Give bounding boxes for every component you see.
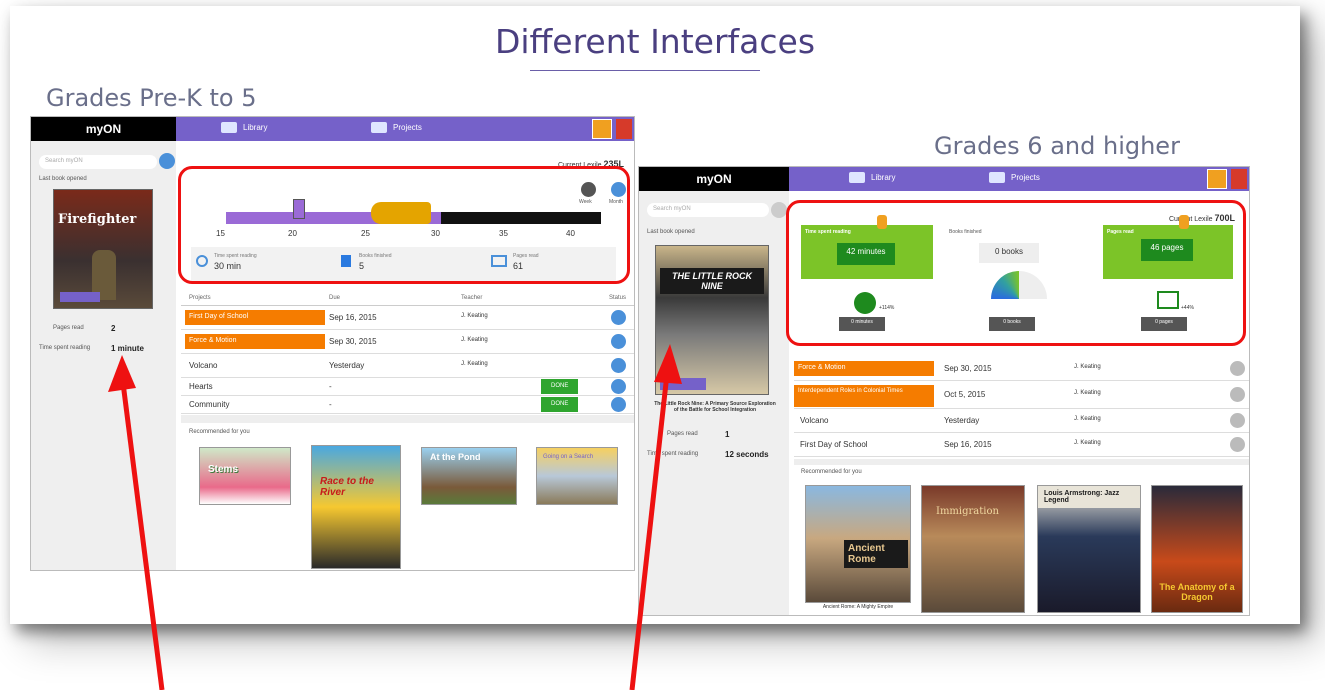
arrow-right-shaft [629, 364, 671, 690]
arrow-right-head [654, 344, 682, 384]
arrow-left-shaft [119, 374, 165, 690]
annotation-arrows [108, 344, 682, 690]
arrow-left-head [108, 355, 136, 392]
